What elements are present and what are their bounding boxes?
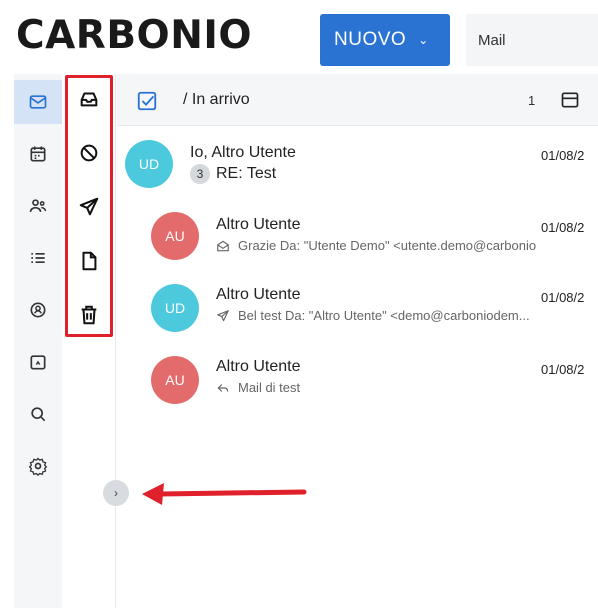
subject-text: Bel test Da: "Altro Utente" <demo@carbon…: [238, 308, 530, 323]
thread-count-badge: 3: [190, 164, 210, 184]
app-logo: CARBONIO: [16, 13, 253, 58]
top-bar: CARBONIO NUOVO ⌄ Mail: [0, 0, 598, 74]
message-date: 01/08/2: [541, 148, 585, 163]
folder-spam[interactable]: [74, 138, 104, 168]
chevron-down-icon[interactable]: ⌄: [418, 33, 429, 47]
trash-icon: [81, 305, 97, 325]
rail-item-search[interactable]: [14, 392, 62, 436]
contacts-icon: [29, 199, 47, 212]
annotation-arrow-icon: [142, 483, 307, 505]
sender-name: Altro Utente: [216, 216, 301, 233]
calendar-icon: [30, 146, 46, 162]
list-item[interactable]: UD Io, Altro Utente 01/08/2 3 RE: Test: [117, 126, 598, 198]
sender-name: Altro Utente: [216, 286, 301, 303]
message-date: 01/08/2: [541, 220, 585, 235]
message-date: 01/08/2: [541, 362, 585, 377]
folder-drafts[interactable]: [74, 246, 104, 276]
avatar: AU: [151, 212, 199, 260]
sent-icon: [217, 309, 229, 321]
search-scope-field[interactable]: Mail: [466, 14, 598, 66]
rail-item-settings[interactable]: [14, 444, 62, 488]
list-item[interactable]: AU Altro Utente 01/08/2 Mail di test: [117, 342, 598, 414]
message-date: 01/08/2: [541, 290, 585, 305]
search-scope-label: Mail: [478, 31, 506, 49]
rail-item-files[interactable]: [14, 340, 62, 384]
subject-text: RE: Test: [216, 165, 277, 182]
search-icon: [31, 407, 46, 422]
sender-name: Io, Altro Utente: [190, 144, 296, 161]
rail-item-mail[interactable]: [14, 80, 62, 124]
rail-item-contacts[interactable]: [14, 184, 62, 228]
files-icon: [30, 355, 46, 370]
folder-inbox[interactable]: [74, 84, 104, 114]
chevron-right-icon: ›: [114, 486, 118, 500]
subject-text: Mail di test: [238, 380, 301, 395]
sender-name: Altro Utente: [216, 358, 301, 375]
select-all-icon[interactable]: [136, 90, 158, 112]
rail-item-tasks[interactable]: [14, 236, 62, 280]
avatar: UD: [125, 140, 173, 188]
thread-subject: 3 RE: Test: [190, 164, 276, 184]
list-item[interactable]: UD Altro Utente 01/08/2 Bel test Da: "Al…: [117, 270, 598, 342]
avatar: AU: [151, 356, 199, 404]
new-button-label: NUOVO: [334, 29, 407, 50]
rail-item-calendar[interactable]: [14, 132, 62, 176]
view-layout-icon[interactable]: [560, 90, 580, 110]
reply-icon: [217, 383, 229, 392]
message-subject: Grazie Da: "Utente Demo" <utente.demo@ca…: [216, 238, 536, 253]
drafts-icon: [82, 251, 97, 271]
chats-icon: [30, 302, 46, 318]
folder-sent[interactable]: [74, 192, 104, 222]
sent-icon: [79, 197, 99, 216]
rail-item-chats[interactable]: [14, 288, 62, 332]
expand-sidebar-button[interactable]: ›: [103, 480, 129, 506]
message-list-header: / In arrivo 1: [117, 74, 598, 126]
spam-icon: [80, 144, 98, 162]
settings-icon: [28, 457, 48, 476]
mail-icon: [29, 95, 47, 109]
message-count: 1: [528, 93, 536, 108]
tasks-icon: [31, 253, 45, 263]
folder-path: / In arrivo: [183, 91, 250, 108]
module-rail: [14, 74, 62, 608]
avatar: UD: [151, 284, 199, 332]
new-button[interactable]: NUOVO ⌄: [320, 14, 450, 66]
folder-rail: [62, 74, 116, 608]
subject-text: Grazie Da: "Utente Demo" <utente.demo@ca…: [238, 238, 537, 253]
message-subject: Bel test Da: "Altro Utente" <demo@carbon…: [216, 308, 530, 323]
list-item[interactable]: AU Altro Utente 01/08/2 Grazie Da: "Uten…: [117, 198, 598, 270]
message-subject: Mail di test: [216, 380, 300, 395]
inbox-icon: [80, 92, 98, 107]
folder-trash[interactable]: [74, 300, 104, 330]
app-window: CARBONIO NUOVO ⌄ Mail › / In arrivo 1 UD…: [0, 0, 598, 608]
envelope-open-icon: [217, 240, 229, 251]
